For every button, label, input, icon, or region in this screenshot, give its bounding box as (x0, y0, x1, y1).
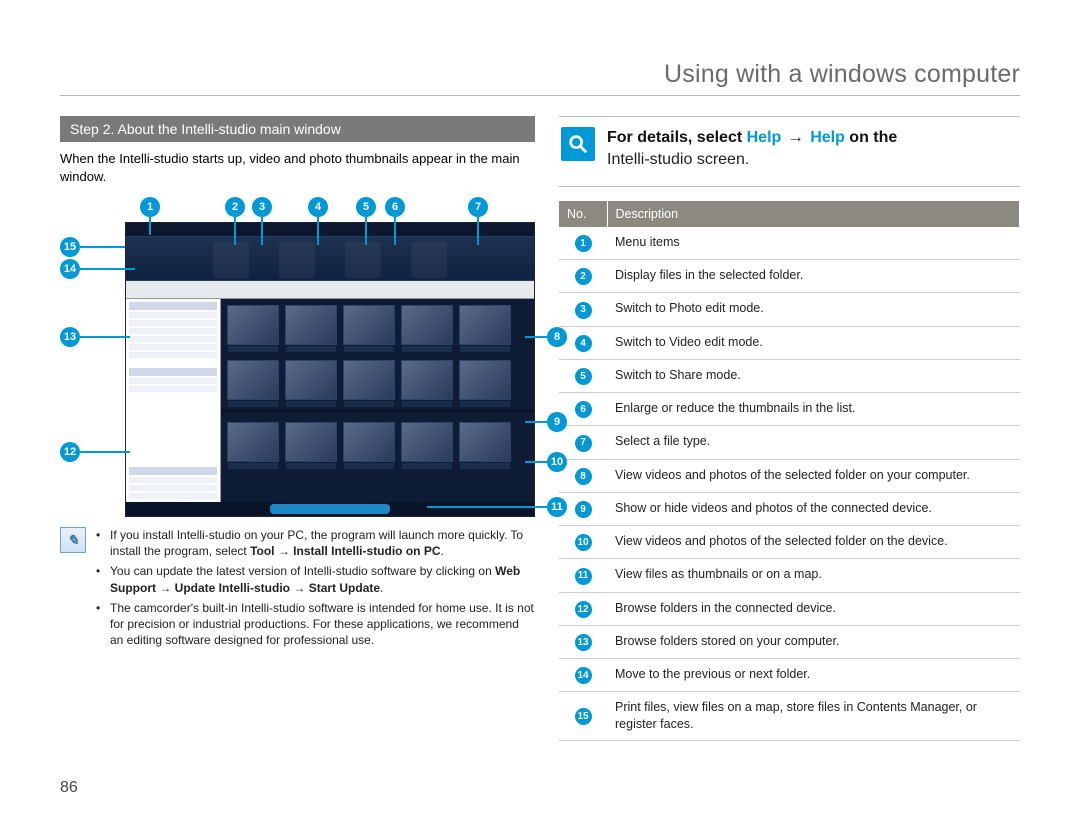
note-item-3: The camcorder's built-in Intelli-studio … (96, 600, 535, 649)
row-description: View videos and photos of the selected f… (607, 526, 1020, 559)
row-description: Print files, view files on a map, store … (607, 692, 1020, 741)
table-row: 15Print files, view files on a map, stor… (559, 692, 1020, 741)
callout-13: 13 (60, 327, 80, 347)
callout-6: 6 (385, 197, 405, 217)
page-number: 86 (60, 779, 78, 797)
row-description: Browse folders in the connected device. (607, 592, 1020, 625)
callout-14: 14 (60, 259, 80, 279)
step-heading: Step 2. About the Intelli-studio main wi… (60, 116, 535, 142)
table-row: 14Move to the previous or next folder. (559, 659, 1020, 692)
row-description: Switch to Share mode. (607, 359, 1020, 392)
callout-1: 1 (140, 197, 160, 217)
row-number: 12 (559, 592, 607, 625)
table-row: 5Switch to Share mode. (559, 359, 1020, 392)
row-number: 11 (559, 559, 607, 592)
row-number: 10 (559, 526, 607, 559)
table-row: 9Show or hide videos and photos of the c… (559, 492, 1020, 525)
callout-9: 9 (547, 412, 567, 432)
table-row: 1Menu items (559, 227, 1020, 260)
row-number: 14 (559, 659, 607, 692)
callout-15: 15 (60, 237, 80, 257)
row-description: View videos and photos of the selected f… (607, 459, 1020, 492)
step-intro: When the Intelli-studio starts up, video… (60, 150, 535, 185)
table-row: 11View files as thumbnails or on a map. (559, 559, 1020, 592)
row-number: 2 (559, 260, 607, 293)
note-list: If you install Intelli-studio on your PC… (96, 527, 535, 652)
callout-3: 3 (252, 197, 272, 217)
row-description: View files as thumbnails or on a map. (607, 559, 1020, 592)
row-number: 3 (559, 293, 607, 326)
row-description: Switch to Video edit mode. (607, 326, 1020, 359)
row-number: 1 (559, 227, 607, 260)
table-row: 4Switch to Video edit mode. (559, 326, 1020, 359)
screenshot (125, 222, 535, 517)
row-number: 4 (559, 326, 607, 359)
callout-8: 8 (547, 327, 567, 347)
help-callout: For details, select Help → Help on the I… (559, 116, 1020, 187)
table-row: 3Switch to Photo edit mode. (559, 293, 1020, 326)
note-icon: ✎ (60, 527, 86, 553)
table-row: 13Browse folders stored on your computer… (559, 625, 1020, 658)
table-row: 10View videos and photos of the selected… (559, 526, 1020, 559)
col-no: No. (559, 201, 607, 227)
callout-11: 11 (547, 497, 567, 517)
magnifier-icon (561, 127, 595, 161)
table-row: 12Browse folders in the connected device… (559, 592, 1020, 625)
row-description: Show or hide videos and photos of the co… (607, 492, 1020, 525)
row-description: Switch to Photo edit mode. (607, 293, 1020, 326)
col-desc: Description (607, 201, 1020, 227)
callout-12: 12 (60, 442, 80, 462)
table-row: 6Enlarge or reduce the thumbnails in the… (559, 393, 1020, 426)
callout-2: 2 (225, 197, 245, 217)
callout-5: 5 (356, 197, 376, 217)
help-text: For details, select Help → Help on the I… (607, 127, 897, 172)
callout-10: 10 (547, 452, 567, 472)
intelli-studio-figure: 1 2 3 4 5 6 7 15 14 13 (60, 197, 535, 517)
description-table: No. Description 1Menu items2Display file… (559, 201, 1020, 741)
row-description: Select a file type. (607, 426, 1020, 459)
row-number: 5 (559, 359, 607, 392)
table-row: 7Select a file type. (559, 426, 1020, 459)
note-item-2: You can update the latest version of Int… (96, 563, 535, 595)
table-row: 2Display files in the selected folder. (559, 260, 1020, 293)
row-description: Display files in the selected folder. (607, 260, 1020, 293)
row-description: Enlarge or reduce the thumbnails in the … (607, 393, 1020, 426)
row-description: Move to the previous or next folder. (607, 659, 1020, 692)
table-row: 8View videos and photos of the selected … (559, 459, 1020, 492)
row-number: 7 (559, 426, 607, 459)
row-number: 13 (559, 625, 607, 658)
callout-7: 7 (468, 197, 488, 217)
callout-4: 4 (308, 197, 328, 217)
row-number: 15 (559, 692, 607, 741)
row-description: Browse folders stored on your computer. (607, 625, 1020, 658)
page-title: Using with a windows computer (60, 60, 1020, 96)
row-description: Menu items (607, 227, 1020, 260)
note-item-1: If you install Intelli-studio on your PC… (96, 527, 535, 559)
